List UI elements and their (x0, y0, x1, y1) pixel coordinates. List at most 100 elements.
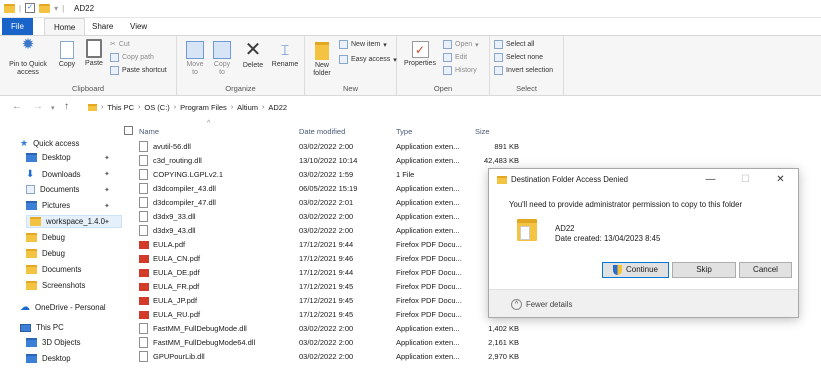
window-title: AD22 (74, 4, 95, 13)
paste-shortcut-button[interactable]: Paste shortcut (110, 66, 167, 75)
download-arrow-icon: ⬇ (26, 169, 35, 180)
folder-icon (26, 249, 37, 258)
pdf-file-icon (139, 269, 149, 277)
chevron-down-icon: ▾ (383, 41, 387, 49)
cut-button[interactable]: ✂ Cut (110, 40, 130, 49)
breadcrumb-item[interactable]: Altium (237, 103, 258, 112)
pdf-file-icon (139, 311, 149, 319)
dll-file-icon (139, 351, 148, 362)
copy-path-button[interactable]: Copy path (110, 53, 154, 62)
new-item-button[interactable]: New item ▾ (339, 40, 387, 49)
breadcrumb-item[interactable]: AD22 (268, 103, 287, 112)
file-list-header: ^ Name Date modified Type Size (123, 120, 821, 138)
dialog-message: You'll need to provide administrator per… (509, 200, 743, 209)
select-all-button[interactable]: Select all (494, 40, 534, 49)
pdf-file-icon (139, 297, 149, 305)
properties-check-icon[interactable]: ✓ (25, 3, 36, 13)
chevron-up-icon: ^ (511, 299, 522, 310)
move-to-button[interactable]: Move to (183, 41, 207, 77)
fewer-details-toggle[interactable]: ^ Fewer details (511, 299, 572, 310)
column-name[interactable]: Name (139, 127, 159, 136)
back-arrow-icon[interactable]: ← (12, 101, 22, 112)
pin-to-quick-access-button[interactable]: Pin to Quick access (6, 41, 50, 77)
open-label: Open (433, 84, 453, 93)
new-folder-icon[interactable] (39, 3, 51, 13)
breadcrumb-item[interactable]: Program Files (180, 103, 227, 112)
cancel-button[interactable]: Cancel (739, 262, 792, 278)
address-bar: ← → ▾ ↑ › This PC › OS (C:) › Program Fi… (0, 97, 821, 119)
edit-button[interactable]: Edit (443, 53, 467, 62)
tab-file[interactable]: File (2, 18, 33, 35)
minimize-icon[interactable]: — (693, 169, 728, 191)
pin-icon[interactable]: ✦ (104, 170, 110, 178)
breadcrumb[interactable]: › This PC › OS (C:) › Program Files › Al… (88, 100, 821, 115)
skip-button[interactable]: Skip (672, 262, 736, 278)
dll-file-icon (139, 225, 148, 236)
copy-button[interactable]: Copy (56, 41, 78, 69)
forward-arrow-icon[interactable]: → (33, 101, 43, 112)
delete-button[interactable]: ✕ Delete (239, 40, 267, 70)
pin-icon[interactable]: ✦ (104, 218, 110, 226)
sidebar-item-pictures[interactable]: Pictures (26, 201, 70, 210)
table-row[interactable]: FastMM_FullDebugMode64.dll 03/02/2022 2:0… (123, 336, 821, 350)
dialog-window-controls: — ☐ ✕ (693, 169, 798, 191)
sidebar-item-onedrive[interactable]: ☁ OneDrive - Personal (20, 302, 106, 313)
new-folder-icon (315, 42, 329, 60)
sidebar-item-documents[interactable]: Documents (26, 185, 79, 194)
rename-button[interactable]: ⌶ Rename (270, 41, 300, 69)
up-arrow-icon[interactable]: ↑ (64, 101, 69, 112)
sidebar-item-debug-2[interactable]: Debug (26, 249, 65, 258)
ribbon-tabs: File Home Share View (0, 18, 821, 35)
select-all-checkbox[interactable] (124, 126, 133, 135)
properties-button[interactable]: ✓ Properties (401, 41, 439, 68)
sidebar-item-documents-2[interactable]: Documents (26, 265, 81, 274)
table-row[interactable]: GPUPourLib.dll 03/02/2022 2:00 Application… (123, 350, 821, 364)
sidebar-item-this-pc[interactable]: This PC (20, 323, 64, 332)
close-icon[interactable]: ✕ (763, 169, 798, 191)
column-size[interactable]: Size (475, 127, 490, 136)
breadcrumb-item[interactable]: OS (C:) (144, 103, 169, 112)
desktop-icon (26, 354, 37, 363)
table-row[interactable]: c3d_routing.dll 13/10/2022 10:14 Applicati… (123, 154, 821, 168)
sidebar-item-downloads[interactable]: ⬇ Downloads (26, 169, 81, 180)
paste-button[interactable]: Paste (82, 39, 106, 68)
recent-locations-chevron-icon[interactable]: ▾ (51, 104, 55, 112)
continue-button[interactable]: Continue (602, 262, 669, 278)
pin-icon[interactable]: ✦ (104, 202, 110, 210)
sidebar-item-screenshots[interactable]: Screenshots (26, 281, 85, 290)
easy-access-button[interactable]: Easy access ▾ (339, 55, 397, 64)
open-button[interactable]: Open ▾ (443, 40, 479, 49)
column-date-modified[interactable]: Date modified (299, 127, 345, 136)
tab-home[interactable]: Home (44, 18, 86, 35)
column-type[interactable]: Type (396, 127, 412, 136)
tab-view[interactable]: View (121, 18, 156, 35)
pdf-file-icon (139, 283, 149, 291)
sidebar-item-quick-access[interactable]: ★ Quick access (20, 138, 79, 149)
clipboard-group: Pin to Quick access Copy Paste ✂Cut Copy… (0, 36, 177, 95)
pin-icon (20, 41, 36, 59)
dll-file-icon (139, 197, 148, 208)
dll-file-icon (139, 155, 148, 166)
history-icon (443, 66, 452, 75)
table-row[interactable]: FastMM_FullDebugMode.dll 03/02/2022 2:00 A… (123, 322, 821, 336)
dll-file-icon (139, 141, 148, 152)
tab-share[interactable]: Share (83, 18, 122, 35)
toolbar-separator: | (19, 3, 22, 13)
history-button[interactable]: History (443, 66, 477, 75)
breadcrumb-separator: › (101, 104, 104, 111)
select-none-button[interactable]: Select none (494, 53, 543, 62)
select-label: Select (516, 84, 537, 93)
copy-to-button[interactable]: Copy to (210, 41, 234, 77)
new-folder-button[interactable]: New folder (308, 42, 336, 78)
sidebar-item-3d-objects[interactable]: 3D Objects (26, 338, 81, 347)
sidebar-item-debug[interactable]: Debug (26, 233, 65, 242)
pin-icon[interactable]: ✦ (104, 186, 110, 194)
pin-icon[interactable]: ✦ (104, 154, 110, 162)
breadcrumb-item[interactable]: This PC (107, 103, 134, 112)
invert-selection-button[interactable]: Invert selection (494, 66, 553, 75)
table-row[interactable]: avutil-56.dll 03/02/2022 2:00 Application … (123, 140, 821, 154)
sidebar-item-desktop[interactable]: Desktop (26, 153, 71, 162)
sidebar-item-desktop-pc[interactable]: Desktop (26, 354, 71, 363)
customize-toolbar-arrow[interactable]: ▾ (54, 4, 58, 13)
copy-to-icon (213, 41, 231, 59)
